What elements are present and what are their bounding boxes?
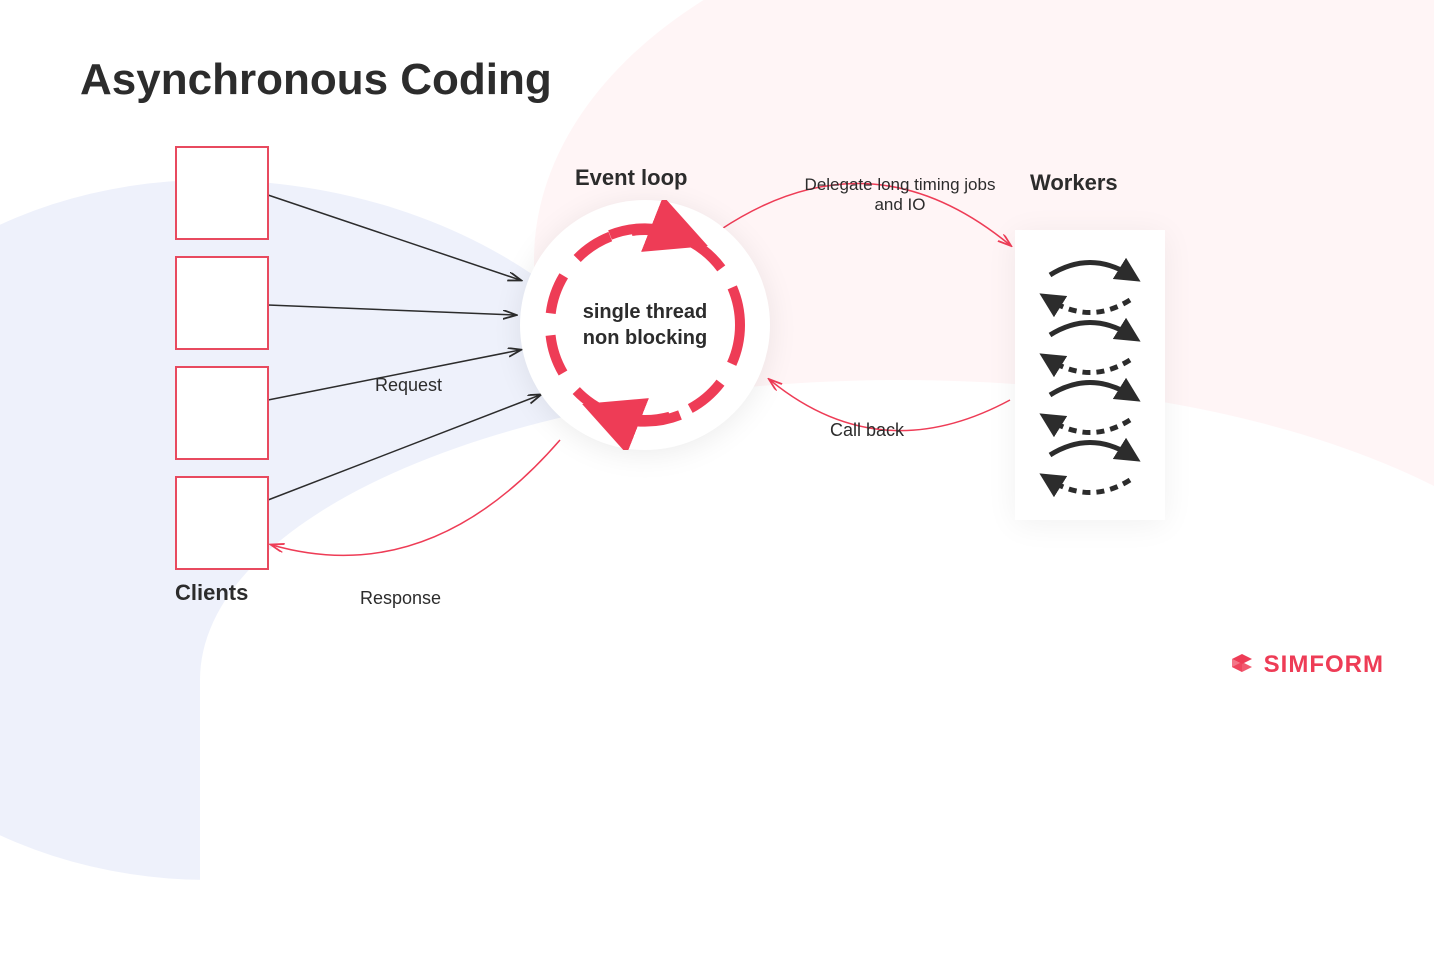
request-label: Request [375,375,442,396]
brand-logo: SIMFORM [1228,651,1384,679]
workers-label: Workers [1030,170,1118,196]
callback-label: Call back [830,420,904,441]
response-label: Response [360,588,441,609]
page-title: Asynchronous Coding [80,55,552,105]
event-loop-line1: single thread [583,299,707,325]
workers-box [1015,230,1165,520]
client-box [175,256,269,350]
client-box [175,146,269,240]
simform-icon [1228,651,1256,679]
event-loop-circle: single thread non blocking [520,200,770,450]
event-loop-line2: non blocking [583,325,707,351]
workers-threads-icon [1035,245,1145,505]
clients-label: Clients [175,580,248,606]
client-box [175,366,269,460]
client-box [175,476,269,570]
event-loop-label: Event loop [575,165,687,191]
delegate-label: Delegate long timing jobs and IO [790,175,1010,215]
brand-text: SIMFORM [1264,651,1384,679]
